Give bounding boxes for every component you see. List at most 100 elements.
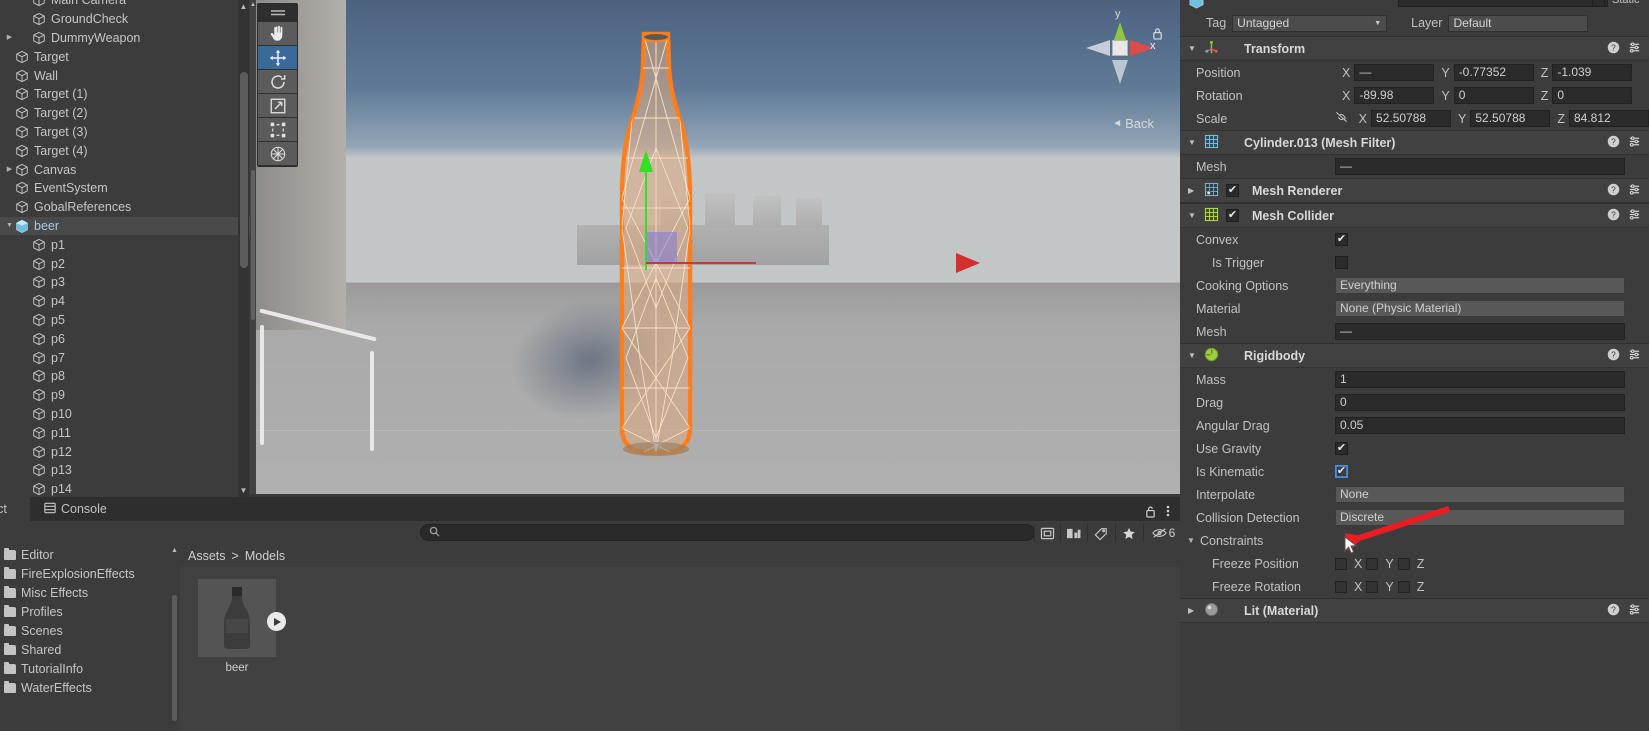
inspector-panel[interactable]: Static Tag Untagged ▼ Layer Default ▼ Tra… — [1180, 0, 1649, 731]
checkbox-freeze-position-z[interactable] — [1397, 557, 1410, 570]
hidden-assets-count[interactable]: 6 — [1143, 524, 1183, 542]
chevron-down-icon[interactable]: ▼ — [1188, 138, 1197, 147]
hierarchy-item-p14[interactable]: ▶p14 — [0, 480, 250, 497]
checkbox-is-kinematic[interactable]: ✔ — [1335, 465, 1348, 478]
gizmo-y-arrow[interactable] — [639, 150, 653, 172]
breadcrumb-assets[interactable]: Assets — [188, 549, 226, 563]
hierarchy-item-p8[interactable]: ▶p8 — [0, 367, 250, 386]
chevron-down-icon[interactable]: ▼ — [1188, 211, 1197, 220]
hierarchy-item-p1[interactable]: ▶p1 — [0, 235, 250, 254]
project-folder-watereffects[interactable]: WaterEffects — [0, 678, 180, 697]
object-field-material[interactable]: None (Physic Material) — [1335, 300, 1625, 317]
tab-console[interactable]: Console — [30, 497, 121, 521]
component-header-lit-material[interactable]: ▶ Lit (Material)? — [1180, 598, 1649, 623]
dropdown-interpolate[interactable]: None — [1335, 486, 1625, 503]
search-input[interactable] — [444, 526, 1004, 539]
preset-icon[interactable] — [1628, 208, 1641, 224]
rotate-tool-button[interactable] — [258, 70, 297, 94]
preset-icon[interactable] — [1628, 135, 1641, 151]
component-header-rigidbody[interactable]: ▼ Rigidbody? — [1180, 343, 1649, 368]
save-search-icon[interactable] — [1034, 524, 1060, 542]
component-list[interactable]: ▼ Transform? Position X — Y -0.77352 Z -1.039 Rot… — [1180, 36, 1649, 623]
transform-tool-button[interactable] — [258, 142, 297, 166]
checkbox-freeze-rotation-x[interactable] — [1335, 580, 1347, 593]
gizmo-x-arrow[interactable] — [956, 253, 980, 273]
component-enabled-checkbox[interactable]: ✔ — [1226, 209, 1239, 222]
hierarchy-item-target-1[interactable]: ▶Target (1) — [0, 85, 250, 104]
input-angular-drag[interactable]: 0.05 — [1335, 417, 1625, 434]
hierarchy-item-p10[interactable]: ▶p10 — [0, 405, 250, 424]
field-z[interactable]: 84.812 — [1569, 110, 1649, 127]
checkbox-freeze-position-x[interactable] — [1335, 557, 1347, 570]
rect-tool-button[interactable] — [258, 118, 297, 142]
hierarchy-item-p5[interactable]: ▶p5 — [0, 311, 250, 330]
field-y[interactable]: 52.50788 — [1470, 110, 1551, 127]
hierarchy-item-target-2[interactable]: ▶Target (2) — [0, 104, 250, 123]
field-y[interactable]: 0 — [1453, 87, 1534, 104]
chevron-down-icon[interactable]: ▼ — [4, 222, 15, 229]
field-x[interactable]: 52.50788 — [1371, 110, 1452, 127]
hierarchy-item-p9[interactable]: ▶p9 — [0, 386, 250, 405]
hierarchy-scrollbar[interactable]: ▲ ▼ — [238, 0, 249, 497]
dropdown-cooking-options[interactable]: Everything — [1335, 277, 1625, 294]
hierarchy-item-p6[interactable]: ▶p6 — [0, 329, 250, 348]
component-header-transform[interactable]: ▼ Transform? — [1180, 36, 1649, 61]
input-mass[interactable]: 1 — [1335, 371, 1625, 388]
chevron-right-icon[interactable]: ▶ — [4, 166, 15, 173]
dropdown-collision-detection[interactable]: Discrete — [1335, 509, 1625, 526]
preset-icon[interactable] — [1628, 41, 1641, 57]
asset-preview-play-icon[interactable] — [267, 612, 286, 631]
hierarchy-item-groundcheck[interactable]: ▶GroundCheck — [0, 10, 250, 29]
project-folder-misc-effects[interactable]: Misc Effects — [0, 583, 180, 602]
breadcrumb[interactable]: Assets > Models — [180, 545, 1180, 567]
project-folder-fireexplosioneffects[interactable]: FireExplosionEffects — [0, 564, 180, 583]
gizmo-cone-left[interactable] — [1086, 40, 1110, 56]
project-search-box[interactable] — [420, 524, 1035, 541]
asset-grid[interactable]: beer — [180, 567, 1180, 674]
preset-icon[interactable] — [1628, 348, 1641, 364]
project-folder-editor[interactable]: Editor — [0, 545, 180, 564]
project-asset-area[interactable]: Assets > Models beer — [180, 545, 1180, 731]
scroll-up-icon[interactable]: ▲ — [238, 0, 249, 13]
gizmo-xy-plane-handle[interactable] — [647, 232, 677, 262]
project-folder-tree[interactable]: Editor FireExplosionEffects Misc Effects Pr… — [0, 545, 180, 731]
component-enabled-checkbox[interactable]: ✔ — [1226, 184, 1239, 197]
asset-thumbnail[interactable] — [198, 579, 286, 657]
component-header-mesh-collider[interactable]: ▼ ✔ Mesh Collider? — [1180, 203, 1649, 228]
hierarchy-item-dummyweapon[interactable]: ▶ DummyWeapon — [0, 29, 250, 48]
project-toolbar[interactable]: 6 — [0, 521, 1180, 545]
checkbox-freeze-rotation-y[interactable] — [1366, 580, 1379, 593]
help-icon[interactable]: ? — [1607, 135, 1620, 151]
scroll-down-icon[interactable]: ▼ — [238, 484, 249, 497]
checkbox-convex[interactable]: ✔ — [1335, 233, 1348, 246]
scroll-up-icon[interactable]: ▲ — [250, 2, 256, 8]
hierarchy-item-target-3[interactable]: ▶Target (3) — [0, 123, 250, 142]
toolbar-drag-handle[interactable] — [258, 4, 297, 22]
project-panel[interactable]: Project Console — [0, 497, 1180, 731]
hierarchy-item-p7[interactable]: ▶p7 — [0, 348, 250, 367]
project-folder-tutorialinfo[interactable]: TutorialInfo — [0, 659, 180, 678]
hierarchy-item-target[interactable]: ▶Target — [0, 47, 250, 66]
field-x[interactable]: -89.98 — [1354, 87, 1435, 104]
tab-project[interactable]: Project — [0, 497, 30, 521]
project-tree-scrollbar[interactable]: ▲ — [171, 547, 178, 729]
scale-tool-button[interactable] — [258, 94, 297, 118]
checkbox-freeze-position-y[interactable] — [1366, 557, 1379, 570]
help-icon[interactable]: ? — [1607, 41, 1620, 57]
hierarchy-item-p11[interactable]: ▶p11 — [0, 423, 250, 442]
hierarchy-item-main-camera[interactable]: ▶Main Camera — [0, 0, 250, 10]
tag-layer-row[interactable]: Tag Untagged ▼ Layer Default — [1180, 10, 1649, 36]
panel-tab-bar[interactable]: Project Console — [0, 497, 1180, 521]
gizmo-x-axis[interactable] — [646, 262, 756, 264]
tag-dropdown[interactable]: Untagged ▼ — [1232, 14, 1388, 32]
object-field-mesh[interactable]: — — [1335, 323, 1625, 340]
help-icon[interactable]: ? — [1607, 603, 1620, 619]
checkbox-use-gravity[interactable]: ✔ — [1335, 442, 1348, 455]
scale-unlinked-icon[interactable] — [1335, 111, 1348, 126]
static-checkbox[interactable] — [1592, 0, 1605, 7]
scene-tool-palette[interactable] — [257, 3, 298, 167]
help-icon[interactable]: ? — [1607, 208, 1620, 224]
preset-icon[interactable] — [1628, 183, 1641, 199]
chevron-right-icon[interactable]: ▶ — [1188, 606, 1197, 615]
scene-view-orientation-label[interactable]: ◄ Back — [1112, 116, 1154, 131]
